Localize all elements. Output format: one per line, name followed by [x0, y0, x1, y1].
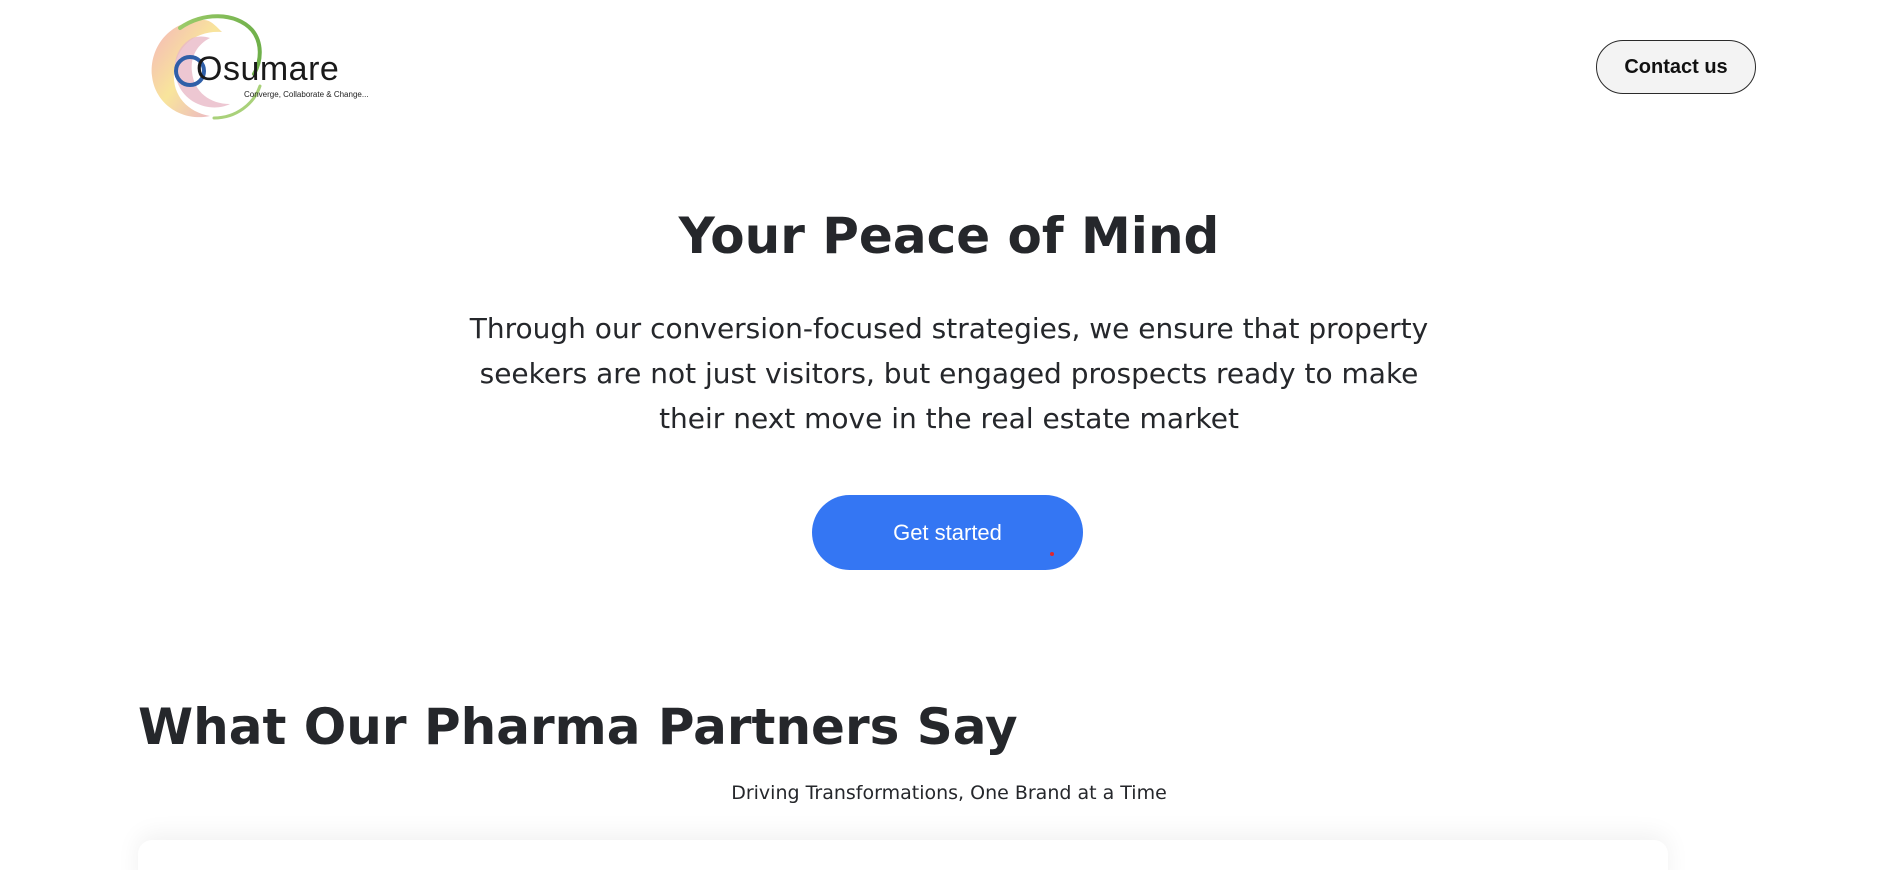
testimonials-title: What Our Pharma Partners Say — [138, 698, 1018, 756]
cursor-pointer-icon — [1050, 552, 1054, 556]
testimonials-subtitle: Driving Transformations, One Brand at a … — [731, 782, 1167, 804]
page: Osumare Converge, Collaborate & Change..… — [0, 0, 1898, 870]
hero-title: Your Peace of Mind — [678, 207, 1220, 265]
testimonial-card — [138, 840, 1668, 870]
hero-description: Through our conversion-focused strategie… — [469, 312, 1429, 435]
get-started-button[interactable]: Get started — [812, 495, 1083, 570]
site-header: Osumare Converge, Collaborate & Change..… — [0, 0, 1898, 140]
contact-us-button[interactable]: Contact us — [1596, 40, 1756, 94]
osumare-logo[interactable]: Osumare Converge, Collaborate & Change..… — [144, 8, 369, 126]
logo-wordmark: Osumare — [196, 50, 340, 88]
logo-tagline: Converge, Collaborate & Change... — [244, 90, 369, 99]
